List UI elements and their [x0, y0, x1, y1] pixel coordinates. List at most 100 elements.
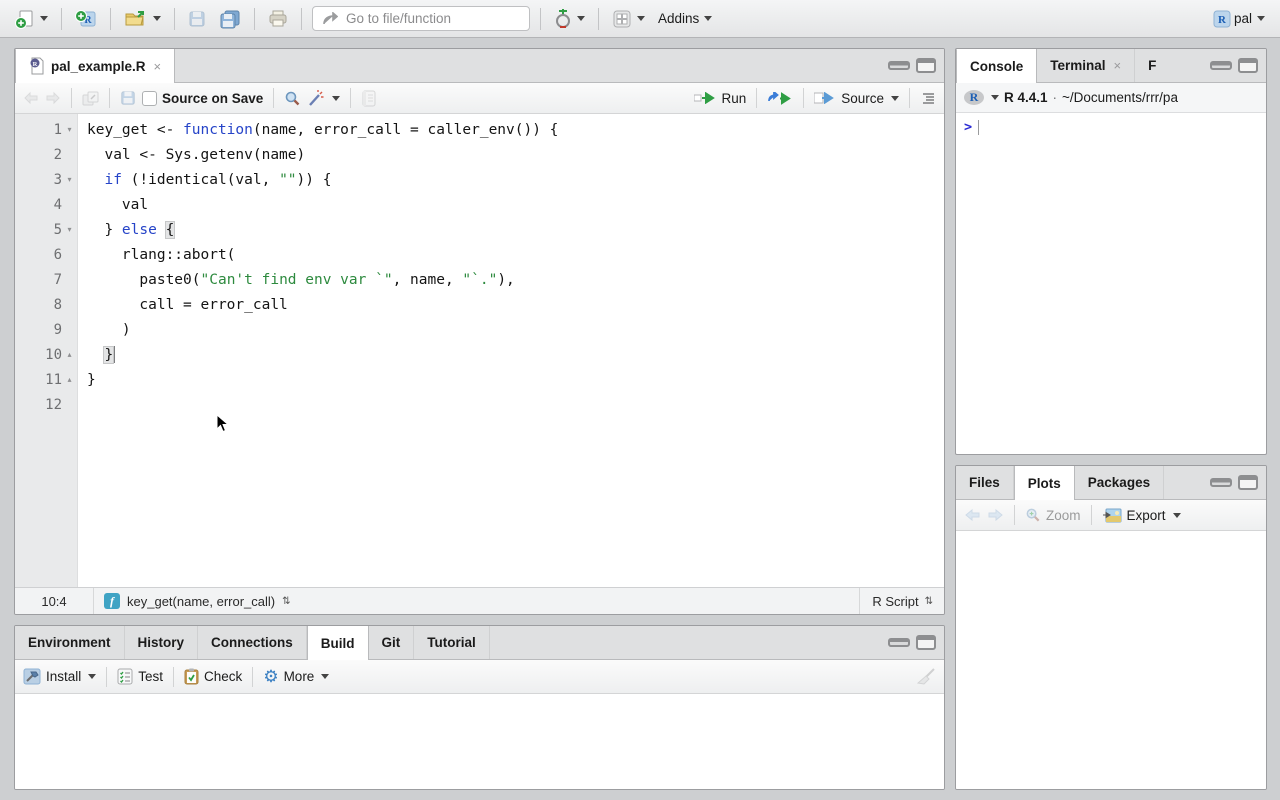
check-button[interactable]: Check [184, 668, 242, 685]
document-type-selector[interactable]: R Script ⇅ [859, 588, 944, 614]
nav-back-icon[interactable] [23, 91, 39, 105]
code-line[interactable]: 3▾ if (!identical(val, "")) { [15, 167, 944, 192]
project-menu-button[interactable]: R pal [1210, 8, 1268, 30]
plot-back-icon[interactable] [964, 508, 981, 522]
plot-forward-icon[interactable] [987, 508, 1004, 522]
nav-forward-icon[interactable] [45, 91, 61, 105]
tab-plots[interactable]: Plots [1014, 466, 1075, 500]
editor-tab-pal-example[interactable]: R pal_example.R × [15, 49, 175, 83]
export-button[interactable]: Export [1102, 508, 1181, 523]
code-line[interactable]: 2 val <- Sys.getenv(name) [15, 142, 944, 167]
tab-git[interactable]: Git [369, 626, 415, 659]
toolbar-separator [254, 8, 255, 30]
console-prompt: > [964, 119, 972, 135]
tab-environment[interactable]: Environment [15, 626, 125, 659]
document-type-label: R Script [872, 594, 918, 609]
code-line[interactable]: 7 paste0("Can't find env var `", name, "… [15, 267, 944, 292]
minimize-pane-icon[interactable] [888, 61, 910, 70]
install-button[interactable]: Install [23, 668, 96, 685]
maximize-pane-icon[interactable] [1238, 475, 1258, 490]
code-editor-area[interactable]: 1▾key_get <- function(name, error_call =… [15, 114, 944, 589]
install-label: Install [46, 669, 81, 684]
goto-arrow-icon [322, 12, 338, 26]
working-directory-label[interactable]: ~/Documents/rrr/pa [1062, 90, 1178, 105]
source-on-save-checkbox[interactable] [142, 91, 157, 106]
new-file-caret-icon [40, 16, 48, 21]
save-document-icon[interactable] [120, 90, 136, 106]
clear-broom-icon[interactable] [916, 668, 936, 686]
open-file-caret-icon [153, 16, 161, 21]
terminal-close-icon[interactable]: × [1114, 58, 1122, 73]
tab-history[interactable]: History [125, 626, 199, 659]
document-outline-icon[interactable] [920, 92, 936, 105]
fold-down-icon[interactable]: ▾ [62, 117, 77, 142]
code-lines: 1▾key_get <- function(name, error_call =… [15, 114, 944, 417]
run-button[interactable]: Run [694, 91, 746, 106]
open-file-button[interactable] [121, 7, 164, 31]
save-button[interactable] [185, 8, 209, 30]
code-line[interactable]: 11▴} [15, 367, 944, 392]
maximize-pane-icon[interactable] [916, 58, 936, 73]
r-version-caret-icon[interactable] [991, 95, 999, 100]
toolbar-separator [252, 667, 253, 687]
test-label: Test [138, 669, 163, 684]
more-button[interactable]: ⚙ More [263, 668, 329, 685]
new-file-button[interactable] [12, 7, 51, 31]
toolbar-separator [598, 8, 599, 30]
source-on-save-control[interactable]: Source on Save [142, 91, 263, 106]
function-scope-selector[interactable]: f key_get(name, error_call) ⇅ [94, 593, 300, 609]
code-line[interactable]: 9 ) [15, 317, 944, 342]
pane-layout-button[interactable] [609, 7, 648, 31]
source-editor-pane: R pal_example.R × Source on Save [14, 48, 945, 615]
tab-background-jobs-truncated[interactable]: F [1135, 49, 1160, 82]
goto-file-search[interactable]: Go to file/function [312, 6, 530, 31]
addins-caret-icon [704, 16, 712, 21]
code-line[interactable]: 10▴ } [15, 342, 944, 367]
save-icon [188, 10, 206, 28]
popout-window-icon[interactable] [82, 91, 99, 106]
code-line[interactable]: 1▾key_get <- function(name, error_call =… [15, 117, 944, 142]
editor-tab-title: pal_example.R [51, 59, 146, 74]
addins-button[interactable]: Addins [655, 9, 715, 28]
code-tools-caret-icon [332, 96, 340, 101]
plot-zoom-button[interactable]: Zoom [1025, 507, 1081, 523]
minimize-pane-icon[interactable] [1210, 478, 1232, 487]
code-line[interactable]: 8 call = error_call [15, 292, 944, 317]
maximize-pane-icon[interactable] [1238, 58, 1258, 73]
fold-up-icon[interactable]: ▴ [62, 367, 77, 392]
save-all-button[interactable] [216, 7, 244, 31]
minimize-pane-icon[interactable] [1210, 61, 1232, 70]
tab-packages[interactable]: Packages [1075, 466, 1164, 499]
code-line[interactable]: 5▾ } else { [15, 217, 944, 242]
plots-toolbar: Zoom Export [956, 500, 1266, 531]
tab-close-icon[interactable]: × [154, 59, 162, 74]
console-output[interactable]: > [956, 113, 1266, 141]
print-button[interactable] [265, 8, 291, 30]
toolbar-separator [301, 8, 302, 30]
source-button[interactable]: Source [814, 91, 899, 106]
fold-down-icon[interactable]: ▾ [62, 217, 77, 242]
toolbar-separator [61, 8, 62, 30]
tab-console[interactable]: Console [956, 49, 1037, 83]
new-project-button[interactable]: R [72, 7, 100, 31]
code-tools-button[interactable] [307, 90, 340, 107]
tab-connections[interactable]: Connections [198, 626, 307, 659]
find-replace-icon[interactable] [284, 90, 301, 107]
fold-down-icon[interactable]: ▾ [62, 167, 77, 192]
project-icon: R [1213, 10, 1231, 28]
rerun-icon[interactable] [767, 92, 793, 105]
code-line[interactable]: 4 val [15, 192, 944, 217]
test-button[interactable]: Test [117, 668, 163, 685]
minimize-pane-icon[interactable] [888, 638, 910, 647]
version-control-button[interactable] [551, 7, 588, 31]
code-line[interactable]: 6 rlang::abort( [15, 242, 944, 267]
version-control-icon [554, 9, 572, 29]
code-line[interactable]: 12 [15, 392, 944, 417]
tab-files[interactable]: Files [956, 466, 1014, 499]
tab-build[interactable]: Build [307, 626, 369, 660]
tab-tutorial[interactable]: Tutorial [414, 626, 490, 659]
compile-report-icon[interactable] [361, 90, 377, 107]
maximize-pane-icon[interactable] [916, 635, 936, 650]
tab-terminal[interactable]: Terminal × [1037, 49, 1135, 82]
fold-up-icon[interactable]: ▴ [62, 342, 77, 367]
